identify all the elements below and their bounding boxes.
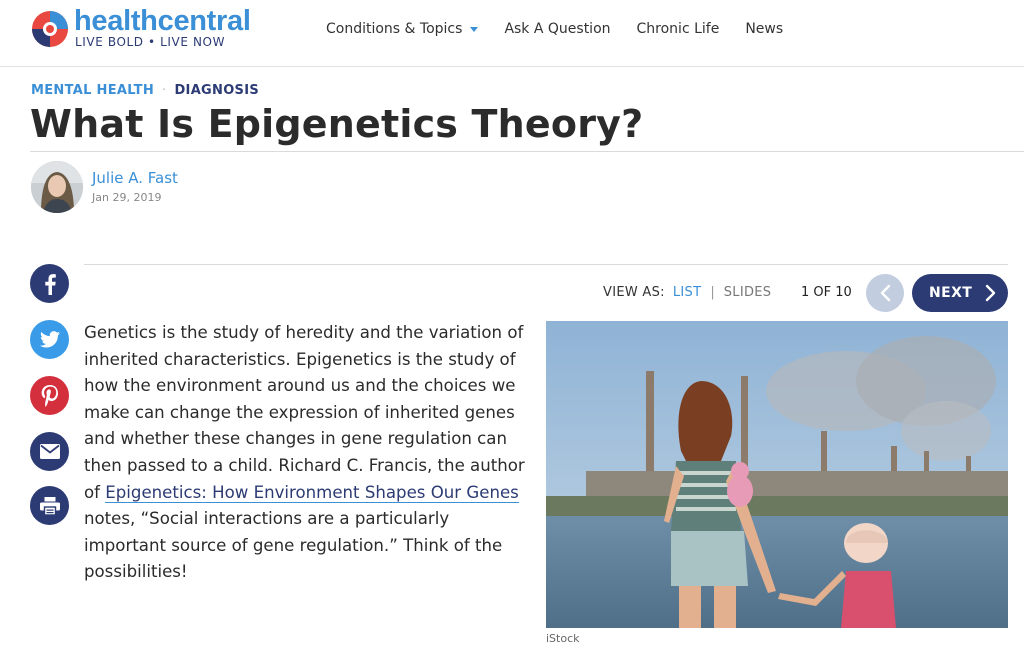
share-email-button[interactable]: [30, 432, 69, 471]
image-credit: iStock: [546, 632, 580, 645]
email-icon: [39, 444, 60, 459]
author-name[interactable]: Julie A. Fast: [92, 169, 178, 187]
article-body: Genetics is the study of heredity and th…: [84, 320, 536, 586]
nav-chronic-life[interactable]: Chronic Life: [637, 21, 720, 37]
breadcrumb: MENTAL HEALTH · DIAGNOSIS: [31, 83, 259, 98]
next-button[interactable]: NEXT: [912, 274, 1008, 312]
chevron-right-icon: [985, 284, 996, 302]
facebook-icon: [44, 273, 56, 295]
article-title: What Is Epigenetics Theory?: [30, 102, 644, 146]
publish-date: Jan 29, 2019: [92, 191, 162, 204]
previous-button[interactable]: [866, 274, 904, 312]
view-divider: |: [710, 285, 715, 300]
article-image: [546, 321, 1008, 628]
view-list-toggle[interactable]: LIST: [673, 285, 701, 300]
content-divider: [84, 264, 1008, 265]
print-icon: [39, 496, 60, 515]
logo-wordmark: healthcentral: [74, 5, 251, 37]
site-header: healthcentral LIVE BOLD • LIVE NOW Condi…: [0, 0, 1024, 67]
print-button[interactable]: [30, 486, 69, 525]
nav-ask-question[interactable]: Ask A Question: [504, 21, 610, 37]
article-photo: [546, 321, 1008, 628]
share-pinterest-button[interactable]: [30, 376, 69, 415]
share-twitter-button[interactable]: [30, 320, 69, 359]
nav-conditions-topics[interactable]: Conditions & Topics: [326, 21, 479, 37]
view-as-bar: VIEW AS: LIST | SLIDES: [603, 285, 771, 300]
twitter-icon: [39, 331, 60, 348]
author-photo: [31, 161, 83, 213]
share-facebook-button[interactable]: [30, 264, 69, 303]
article-text-quote: notes, “Social interactions are a partic…: [84, 509, 503, 582]
chevron-left-icon: [880, 284, 891, 302]
logo-tagline: LIVE BOLD • LIVE NOW: [75, 35, 226, 49]
breadcrumb-diagnosis[interactable]: DIAGNOSIS: [174, 83, 259, 98]
breadcrumb-separator: ·: [162, 83, 167, 98]
view-as-label: VIEW AS:: [603, 285, 665, 300]
article-text-intro: Genetics is the study of heredity and th…: [84, 323, 525, 502]
main-nav: Conditions & Topics Ask A Question Chron…: [326, 20, 809, 38]
nav-news[interactable]: News: [745, 21, 783, 37]
dropdown-caret-icon: [470, 26, 479, 32]
book-link[interactable]: Epigenetics: How Environment Shapes Our …: [105, 482, 519, 503]
logo-mark-icon: [32, 11, 68, 47]
healthcentral-logo[interactable]: healthcentral LIVE BOLD • LIVE NOW: [30, 5, 280, 55]
breadcrumb-mental-health[interactable]: MENTAL HEALTH: [31, 83, 154, 98]
author-avatar[interactable]: [31, 161, 83, 213]
view-slides-toggle[interactable]: SLIDES: [724, 285, 772, 300]
slide-counter: 1 OF 10: [801, 285, 852, 300]
next-button-label: NEXT: [929, 285, 973, 301]
pinterest-icon: [41, 384, 58, 407]
title-divider: [30, 151, 1024, 152]
